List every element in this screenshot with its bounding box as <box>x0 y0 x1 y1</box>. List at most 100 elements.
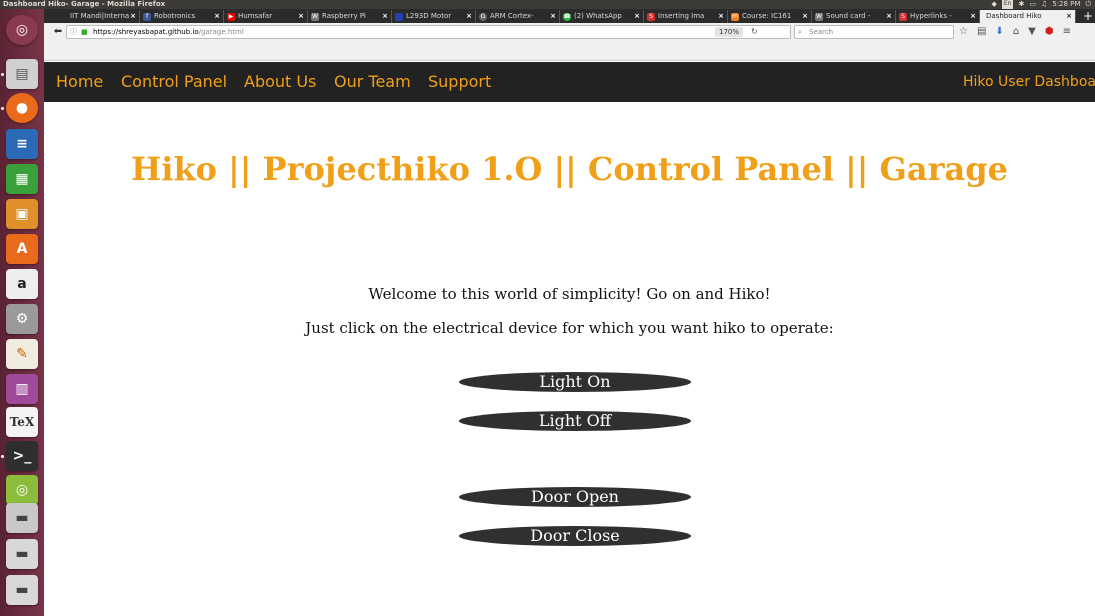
dash-home-icon[interactable]: ◎ <box>6 15 38 45</box>
wifi-icon[interactable]: ◆ <box>991 0 996 9</box>
url-bar[interactable]: ⓘ ■ https://shreyasbapat.github.io/garag… <box>66 25 791 39</box>
texmaker-icon[interactable]: TeX <box>6 407 38 437</box>
browser-tab[interactable]: L293D Motor × <box>392 10 476 23</box>
firefox-icon[interactable]: ● <box>6 93 38 123</box>
search-input[interactable]: ⌕ Search <box>794 25 954 39</box>
page-icon <box>395 13 403 21</box>
tab-label: Sound card - <box>826 12 871 20</box>
close-icon[interactable]: × <box>886 10 892 23</box>
amazon-icon[interactable]: a <box>6 269 38 299</box>
toolbar-icons: ☆ ▤ ⬇ ⌂ ▼ ⬢ ≡ <box>959 25 1071 39</box>
text-editor-icon[interactable]: ✎ <box>6 339 38 369</box>
close-icon[interactable]: × <box>550 10 556 23</box>
bluetooth-icon[interactable]: ✱ <box>1018 0 1024 9</box>
battery-icon[interactable]: ▭ <box>1029 0 1036 9</box>
url-path: /garage.html <box>198 28 244 36</box>
close-icon[interactable]: × <box>382 10 388 23</box>
close-icon[interactable]: × <box>1066 10 1072 23</box>
close-icon[interactable]: × <box>718 10 724 23</box>
download-icon[interactable]: ⬇ <box>995 25 1003 39</box>
browser-tab[interactable]: G ARM Cortex- × <box>476 10 560 23</box>
light-on-button[interactable]: Light On <box>459 372 691 392</box>
tab-label: ARM Cortex- <box>490 12 534 20</box>
site-navbar: Home Control Panel About Us Our Team Sup… <box>44 62 1095 102</box>
close-icon[interactable]: × <box>214 10 220 23</box>
new-tab-button[interactable]: + <box>1083 9 1093 23</box>
nav-link-user-dashboard[interactable]: Hiko User Dashboard <box>963 62 1095 102</box>
wikipedia-icon: W <box>815 13 823 21</box>
home-icon[interactable]: ⌂ <box>1013 25 1019 39</box>
zoom-level-badge[interactable]: 170% <box>715 27 744 37</box>
instruction-text: Just click on the electrical device for … <box>305 319 834 337</box>
window-title: Dashboard Hiko- Garage - Mozilla Firefox <box>3 0 166 8</box>
moodle-icon: m <box>731 13 739 21</box>
browser-tab[interactable]: f Robotronics × <box>140 10 224 23</box>
url-text[interactable]: https://shreyasbapat.github.io/garage.ht… <box>93 26 244 38</box>
facebook-icon: f <box>143 13 151 21</box>
whatsapp-icon: ☎ <box>563 13 571 21</box>
close-icon[interactable]: × <box>298 10 304 23</box>
system-settings-icon[interactable]: ⚙ <box>6 304 38 334</box>
calc-icon[interactable]: ▦ <box>6 164 38 194</box>
door-open-button[interactable]: Door Open <box>459 487 691 507</box>
close-icon[interactable]: × <box>802 10 808 23</box>
power-icon[interactable]: ⏻ <box>1085 0 1091 9</box>
close-icon[interactable]: × <box>634 10 640 23</box>
browser-tab[interactable]: ▶ Humsafar × <box>224 10 308 23</box>
tab-strip: IIT Mandi|Interna × f Robotronics × ▶ Humsaf… <box>44 9 1095 23</box>
tab-label: (2) WhatsApp <box>574 12 622 20</box>
nav-link-about-us[interactable]: About Us <box>244 62 316 102</box>
browser-tab[interactable]: W Sound card - × <box>812 10 896 23</box>
browser-tab[interactable]: W Raspberry Pi × <box>308 10 392 23</box>
software-center-icon[interactable]: A <box>6 234 38 264</box>
info-icon[interactable]: ⓘ <box>70 26 77 38</box>
drive-icon[interactable]: ▬ <box>6 503 38 533</box>
running-indicator <box>1 455 4 458</box>
youtube-icon: ▶ <box>227 13 235 21</box>
google-icon: G <box>479 13 487 21</box>
unity-launcher: ◎ ▤ ● ≡ ▦ ▣ A a ⚙ ✎ ▥ TeX >_ ◎ ▬ ▬ ▬ <box>0 9 44 616</box>
door-close-button[interactable]: Door Close <box>459 526 691 546</box>
page-title: Hiko || Projecthiko 1.O || Control Panel… <box>131 150 1008 188</box>
tab-label: IIT Mandi|Interna <box>70 12 130 20</box>
close-icon[interactable]: × <box>466 10 472 23</box>
keyboard-layout-indicator[interactable]: En <box>1001 0 1014 9</box>
browser-tab[interactable]: S Inserting Ima × <box>644 10 728 23</box>
system-top-panel: Dashboard Hiko- Garage - Mozilla Firefox… <box>0 0 1095 9</box>
close-icon[interactable]: × <box>970 10 976 23</box>
bookmark-star-icon[interactable]: ☆ <box>959 25 968 39</box>
light-off-button[interactable]: Light Off <box>459 411 691 431</box>
terminal-icon[interactable]: >_ <box>6 441 38 471</box>
back-arrow-icon[interactable]: ⬅ <box>50 24 66 40</box>
tab-label: Raspberry Pi <box>322 12 366 20</box>
tab-label: Course: IC161 <box>742 12 792 20</box>
adblock-icon[interactable]: ⬢ <box>1045 25 1054 39</box>
reading-list-icon[interactable]: ▤ <box>977 25 986 39</box>
drive-icon[interactable]: ▬ <box>6 575 38 605</box>
welcome-text: Welcome to this world of simplicity! Go … <box>368 285 771 303</box>
screenshot-icon[interactable]: ◎ <box>6 475 38 505</box>
browser-tab-active[interactable]: Dashboard Hiko × <box>980 10 1076 23</box>
files-icon[interactable]: ▤ <box>6 59 38 89</box>
nav-link-support[interactable]: Support <box>428 62 491 102</box>
browser-tab[interactable]: S Hyperlinks - × <box>896 10 980 23</box>
volume-icon[interactable]: ♫ <box>1041 0 1047 9</box>
browser-tab[interactable]: m Course: IC161 × <box>728 10 812 23</box>
tab-label: Humsafar <box>238 12 273 20</box>
browser-tab[interactable]: IIT Mandi|Interna × <box>56 10 140 23</box>
nav-link-home[interactable]: Home <box>56 62 103 102</box>
clock[interactable]: 5:28 PM <box>1052 0 1080 9</box>
workspace-switcher-icon[interactable]: ▥ <box>6 374 38 404</box>
nav-link-control-panel[interactable]: Control Panel <box>121 62 227 102</box>
reload-icon[interactable]: ↻ <box>751 26 758 38</box>
writer-icon[interactable]: ≡ <box>6 129 38 159</box>
menu-icon[interactable]: ≡ <box>1063 25 1071 39</box>
stackexchange-icon: S <box>899 13 907 21</box>
close-icon[interactable]: × <box>130 10 136 23</box>
url-host: https://shreyasbapat.github.io <box>93 28 199 36</box>
pocket-icon[interactable]: ▼ <box>1028 25 1036 39</box>
impress-icon[interactable]: ▣ <box>6 199 38 229</box>
nav-link-our-team[interactable]: Our Team <box>334 62 411 102</box>
browser-tab[interactable]: ☎ (2) WhatsApp × <box>560 10 644 23</box>
drive-icon[interactable]: ▬ <box>6 539 38 569</box>
